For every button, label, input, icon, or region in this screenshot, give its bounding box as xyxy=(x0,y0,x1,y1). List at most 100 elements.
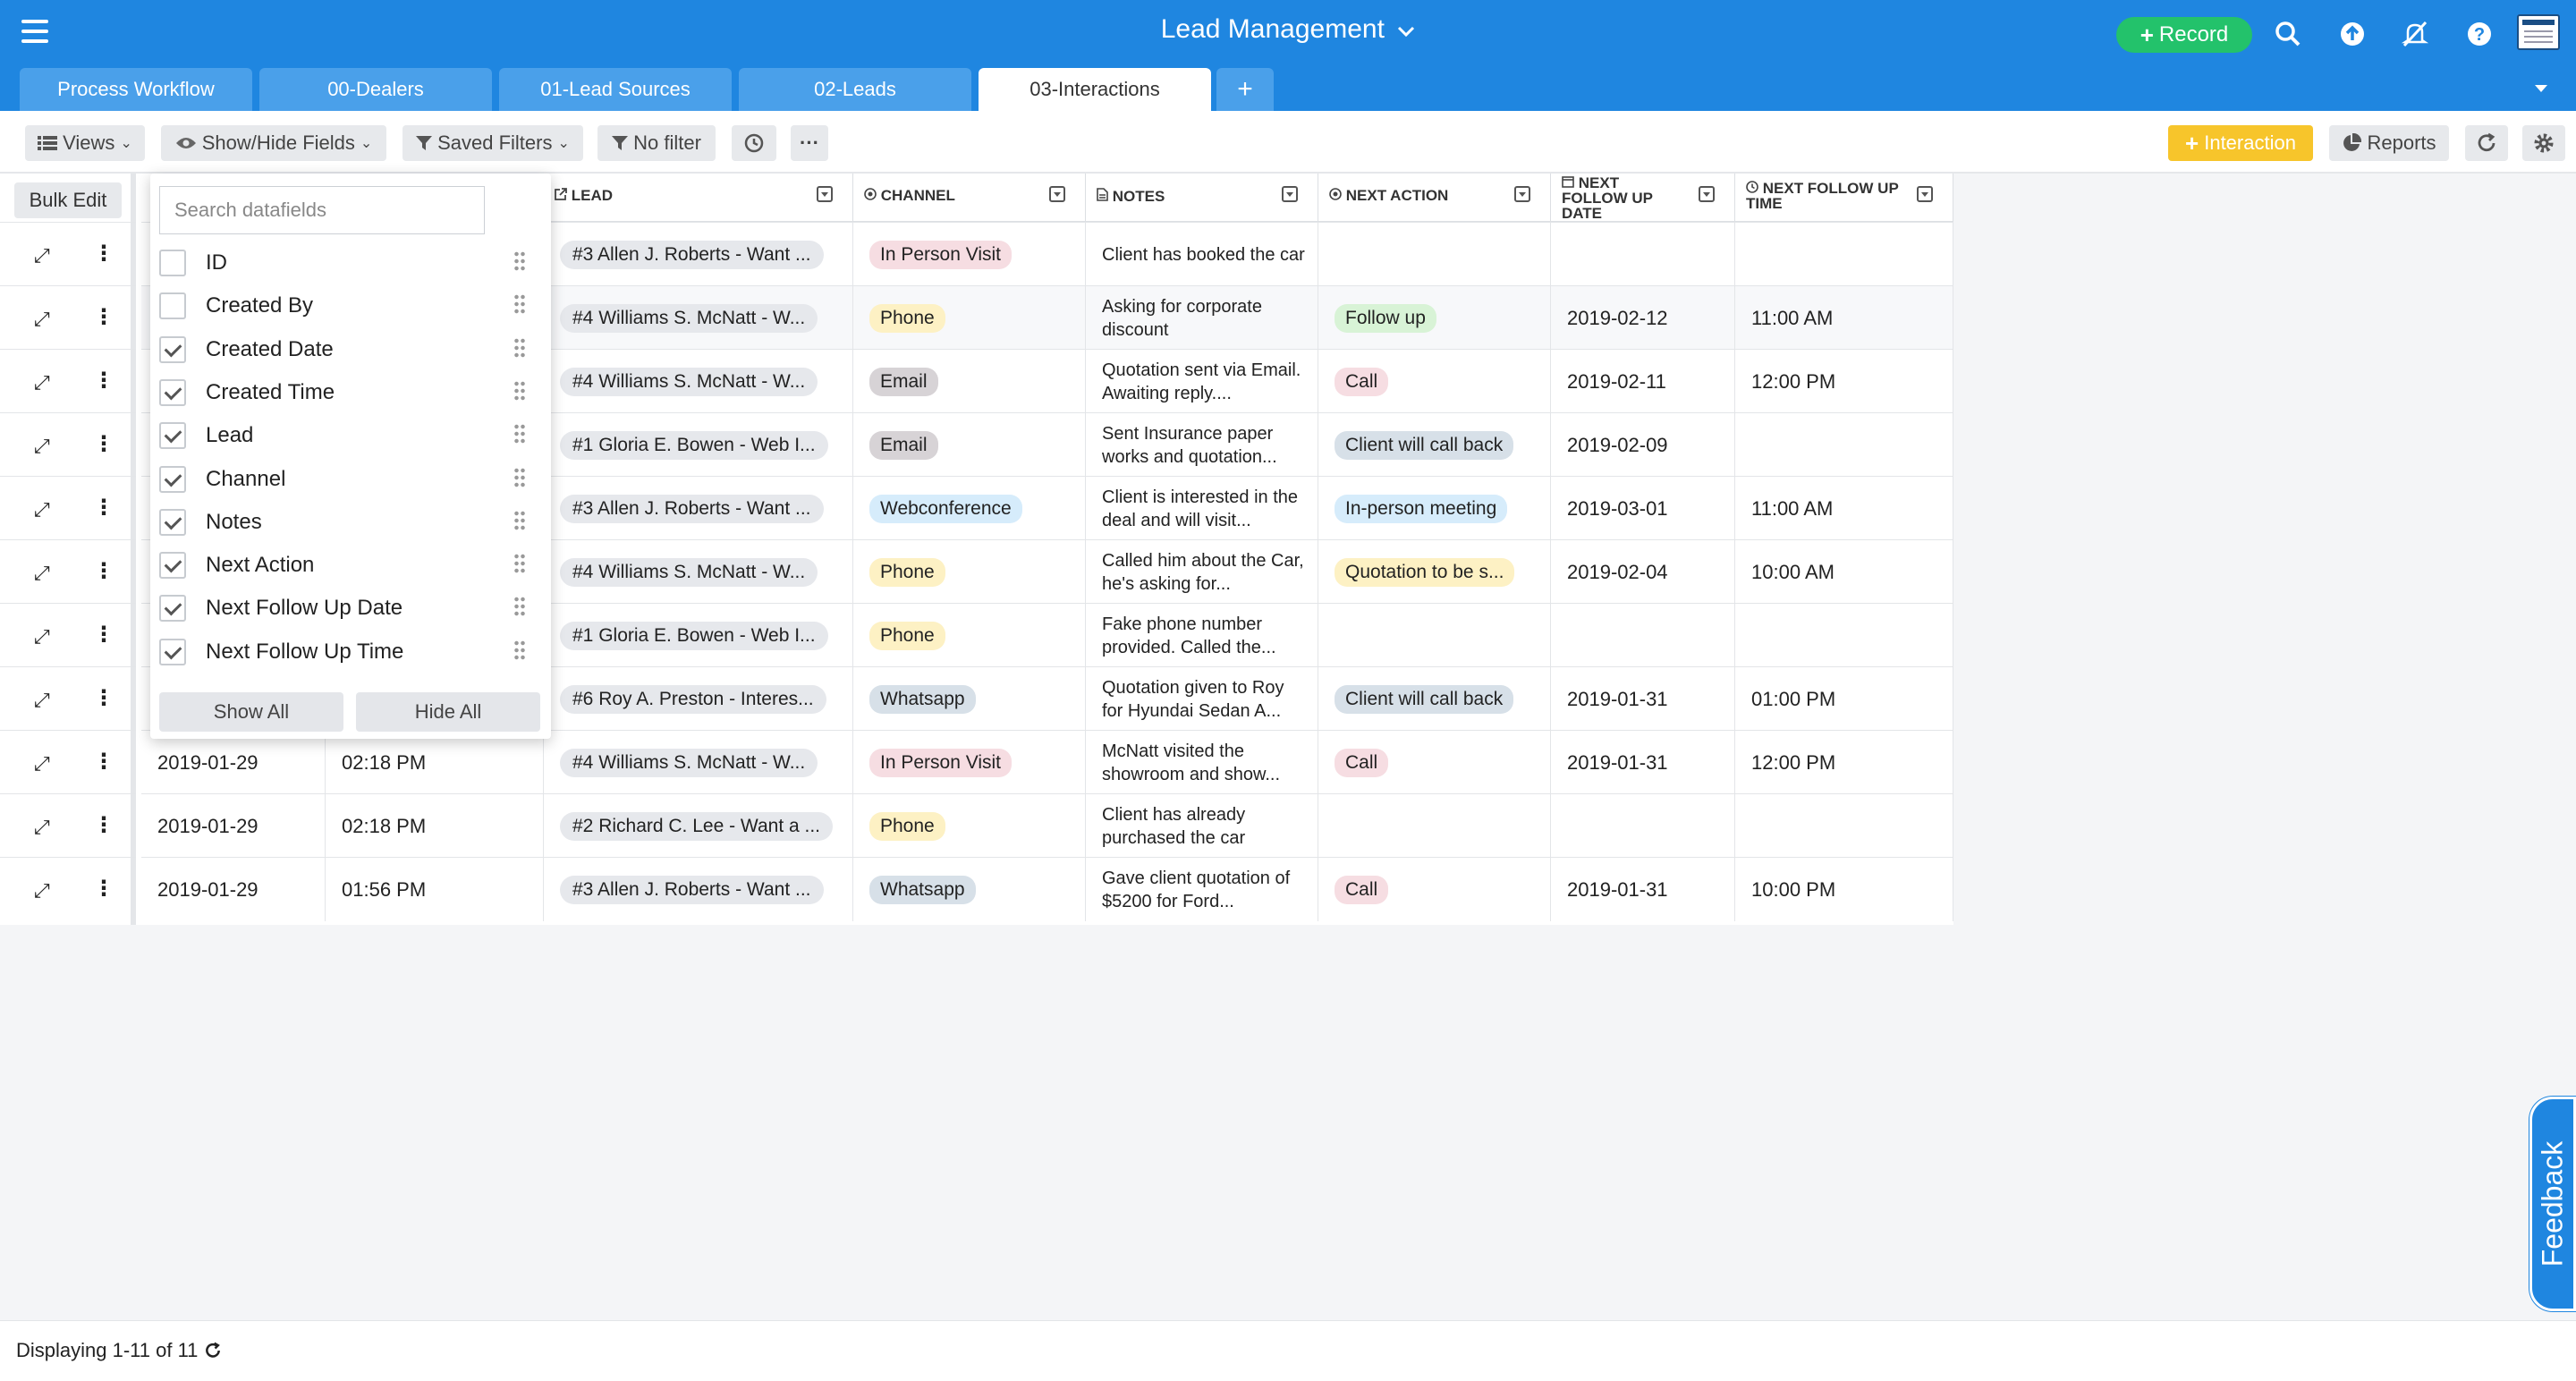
table-row[interactable]: 2019-01-29 02:18 PM #4 Williams S. McNatt … xyxy=(141,730,1953,794)
next-follow-up-date-cell[interactable]: 2019-03-01 xyxy=(1551,477,1735,540)
next-follow-up-date-cell[interactable] xyxy=(1551,223,1735,286)
field-toggle-item[interactable]: Channel xyxy=(159,458,526,501)
tab-leads[interactable]: 02-Leads xyxy=(739,68,971,111)
next-action-cell[interactable]: In-person meeting xyxy=(1318,477,1551,540)
notes-cell[interactable]: Client has already purchased the car xyxy=(1086,794,1318,858)
row-menu-icon[interactable]: ⋮ xyxy=(93,558,114,584)
channel-cell[interactable]: Webconference xyxy=(853,477,1086,540)
next-follow-up-date-cell[interactable] xyxy=(1551,794,1735,858)
created-date-cell[interactable]: 2019-01-29 xyxy=(141,794,326,858)
lead-link[interactable]: #4 Williams S. McNatt - W... xyxy=(560,557,818,587)
sort-dropdown-icon[interactable] xyxy=(817,186,833,202)
field-checkbox[interactable] xyxy=(159,552,186,580)
drag-handle-icon[interactable] xyxy=(513,509,526,531)
field-checkbox[interactable] xyxy=(159,508,186,536)
lead-cell[interactable]: #1 Gloria E. Bowen - Web I... xyxy=(544,413,853,477)
channel-cell[interactable]: Email xyxy=(853,413,1086,477)
next-follow-up-time-cell[interactable]: 01:00 PM xyxy=(1735,667,1953,731)
expand-row-icon[interactable]: ⤢ xyxy=(34,308,50,331)
refresh-button[interactable] xyxy=(2465,125,2508,161)
reports-button[interactable]: Reports xyxy=(2329,125,2449,161)
field-toggle-item[interactable]: Next Action xyxy=(159,544,526,587)
channel-cell[interactable]: Whatsapp xyxy=(853,858,1086,921)
expand-row-icon[interactable]: ⤢ xyxy=(34,689,50,712)
lead-link[interactable]: #3 Allen J. Roberts - Want ... xyxy=(560,494,824,523)
expand-row-icon[interactable]: ⤢ xyxy=(34,562,50,585)
next-action-cell[interactable] xyxy=(1318,794,1551,858)
field-toggle-item[interactable]: Lead xyxy=(159,414,526,457)
row-menu-icon[interactable]: ⋮ xyxy=(93,749,114,775)
show-all-button[interactable]: Show All xyxy=(159,692,343,732)
next-action-cell[interactable] xyxy=(1318,223,1551,286)
field-toggle-item[interactable]: Next Follow Up Time xyxy=(159,631,526,674)
field-toggle-item[interactable]: ID xyxy=(159,241,526,284)
notes-cell[interactable]: Gave client quotation of $5200 for Ford.… xyxy=(1086,858,1318,921)
sort-dropdown-icon[interactable] xyxy=(1282,186,1298,202)
views-button[interactable]: Views ⌄ xyxy=(25,125,145,161)
table-row[interactable]: 2019-01-29 02:18 PM #2 Richard C. Lee - Wa… xyxy=(141,793,1953,858)
created-time-cell[interactable]: 01:56 PM xyxy=(326,858,544,921)
channel-cell[interactable]: Phone xyxy=(853,286,1086,350)
field-checkbox[interactable] xyxy=(159,465,186,493)
sort-dropdown-icon[interactable] xyxy=(1514,186,1530,202)
channel-cell[interactable]: Email xyxy=(853,350,1086,413)
notes-cell[interactable]: Sent Insurance paper works and quotation… xyxy=(1086,413,1318,477)
drag-handle-icon[interactable] xyxy=(513,379,526,402)
table-row[interactable]: 2019-01-29 01:56 PM #3 Allen J. Roberts - … xyxy=(141,857,1953,921)
more-options-button[interactable]: ··· xyxy=(791,125,828,161)
row-menu-icon[interactable]: ⋮ xyxy=(93,812,114,838)
field-checkbox[interactable] xyxy=(159,595,186,623)
field-checkbox[interactable] xyxy=(159,335,186,363)
channel-cell[interactable]: In Person Visit xyxy=(853,223,1086,286)
lead-link[interactable]: #1 Gloria E. Bowen - Web I... xyxy=(560,621,828,650)
hamburger-menu-icon[interactable] xyxy=(21,20,48,43)
created-date-cell[interactable]: 2019-01-29 xyxy=(141,731,326,794)
sort-dropdown-icon[interactable] xyxy=(1049,186,1065,202)
lead-link[interactable]: #1 Gloria E. Bowen - Web I... xyxy=(560,430,828,460)
column-header-next-follow-up-time[interactable]: NEXT FOLLOW UP TIME xyxy=(1735,174,1953,222)
next-follow-up-date-cell[interactable]: 2019-02-04 xyxy=(1551,540,1735,604)
field-toggle-item[interactable]: Created Date xyxy=(159,328,526,371)
sort-dropdown-icon[interactable] xyxy=(1917,186,1933,202)
drag-handle-icon[interactable] xyxy=(513,336,526,359)
lead-cell[interactable]: #1 Gloria E. Bowen - Web I... xyxy=(544,604,853,667)
lead-link[interactable]: #6 Roy A. Preston - Interes... xyxy=(560,684,826,714)
next-follow-up-time-cell[interactable]: 12:00 PM xyxy=(1735,731,1953,794)
next-follow-up-date-cell[interactable]: 2019-01-31 xyxy=(1551,731,1735,794)
no-filter-button[interactable]: No filter xyxy=(597,125,716,161)
field-toggle-item[interactable]: Created Time xyxy=(159,371,526,414)
notes-cell[interactable]: Asking for corporate discount xyxy=(1086,286,1318,350)
field-checkbox[interactable] xyxy=(159,638,186,665)
drag-handle-icon[interactable] xyxy=(513,596,526,618)
expand-row-icon[interactable]: ⤢ xyxy=(34,879,50,902)
lead-link[interactable]: #4 Williams S. McNatt - W... xyxy=(560,303,818,333)
notes-cell[interactable]: Called him about the Car, he's asking fo… xyxy=(1086,540,1318,604)
expand-row-icon[interactable]: ⤢ xyxy=(34,435,50,458)
field-toggle-item[interactable]: Next Follow Up Date xyxy=(159,587,526,630)
chevron-down-icon[interactable] xyxy=(1397,25,1415,38)
notes-cell[interactable]: Fake phone number provided. Called the..… xyxy=(1086,604,1318,667)
drag-handle-icon[interactable] xyxy=(513,639,526,661)
lead-cell[interactable]: #4 Williams S. McNatt - W... xyxy=(544,540,853,604)
tab-interactions[interactable]: 03-Interactions xyxy=(979,68,1211,111)
add-tab-button[interactable]: + xyxy=(1216,68,1274,111)
column-header-channel[interactable]: CHANNEL xyxy=(853,174,1086,222)
expand-row-icon[interactable]: ⤢ xyxy=(34,752,50,775)
expand-row-icon[interactable]: ⤢ xyxy=(34,371,50,394)
column-header-next-follow-up-date[interactable]: NEXT FOLLOW UP DATE xyxy=(1551,174,1735,222)
created-date-cell[interactable]: 2019-01-29 xyxy=(141,858,326,921)
notifications-off-icon[interactable] xyxy=(2399,18,2431,50)
lead-cell[interactable]: #4 Williams S. McNatt - W... xyxy=(544,350,853,413)
lead-cell[interactable]: #6 Roy A. Preston - Interes... xyxy=(544,667,853,731)
created-time-cell[interactable]: 02:18 PM xyxy=(326,731,544,794)
field-checkbox[interactable] xyxy=(159,250,186,276)
lead-cell[interactable]: #3 Allen J. Roberts - Want ... xyxy=(544,477,853,540)
row-menu-icon[interactable]: ⋮ xyxy=(93,431,114,457)
column-header-notes[interactable]: NOTES xyxy=(1086,174,1318,222)
row-menu-icon[interactable]: ⋮ xyxy=(93,685,114,711)
lead-cell[interactable]: #3 Allen J. Roberts - Want ... xyxy=(544,223,853,286)
next-action-cell[interactable]: Client will call back xyxy=(1318,413,1551,477)
expand-row-icon[interactable]: ⤢ xyxy=(34,498,50,521)
channel-cell[interactable]: Phone xyxy=(853,604,1086,667)
channel-cell[interactable]: Phone xyxy=(853,540,1086,604)
